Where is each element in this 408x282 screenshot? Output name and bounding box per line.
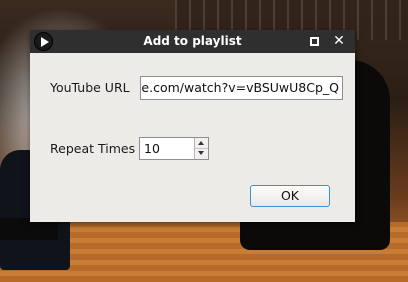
repeat-times-spinbox[interactable]: 10 <box>139 137 209 160</box>
close-icon[interactable]: ✕ <box>332 34 346 48</box>
desktop-background: Add to playlist ✕ YouTube URL be.com/wat… <box>0 0 408 282</box>
increment-arrow-icon[interactable] <box>195 138 208 149</box>
repeat-times-label: Repeat Times <box>50 141 136 156</box>
add-to-playlist-dialog: Add to playlist ✕ YouTube URL be.com/wat… <box>30 30 355 222</box>
ok-button[interactable]: OK <box>250 185 330 207</box>
maximize-icon[interactable] <box>310 37 319 46</box>
decrement-arrow-icon[interactable] <box>195 149 208 159</box>
spin-buttons <box>194 138 208 159</box>
youtube-url-value: be.com/watch?v=vBSUwU8Cp_Q <box>140 80 339 95</box>
youtube-url-input[interactable]: be.com/watch?v=vBSUwU8Cp_Q <box>140 76 343 100</box>
youtube-url-label: YouTube URL <box>50 80 130 95</box>
repeat-times-value: 10 <box>144 141 160 156</box>
window-title: Add to playlist <box>143 34 242 48</box>
title-bar[interactable]: Add to playlist ✕ <box>30 30 355 53</box>
